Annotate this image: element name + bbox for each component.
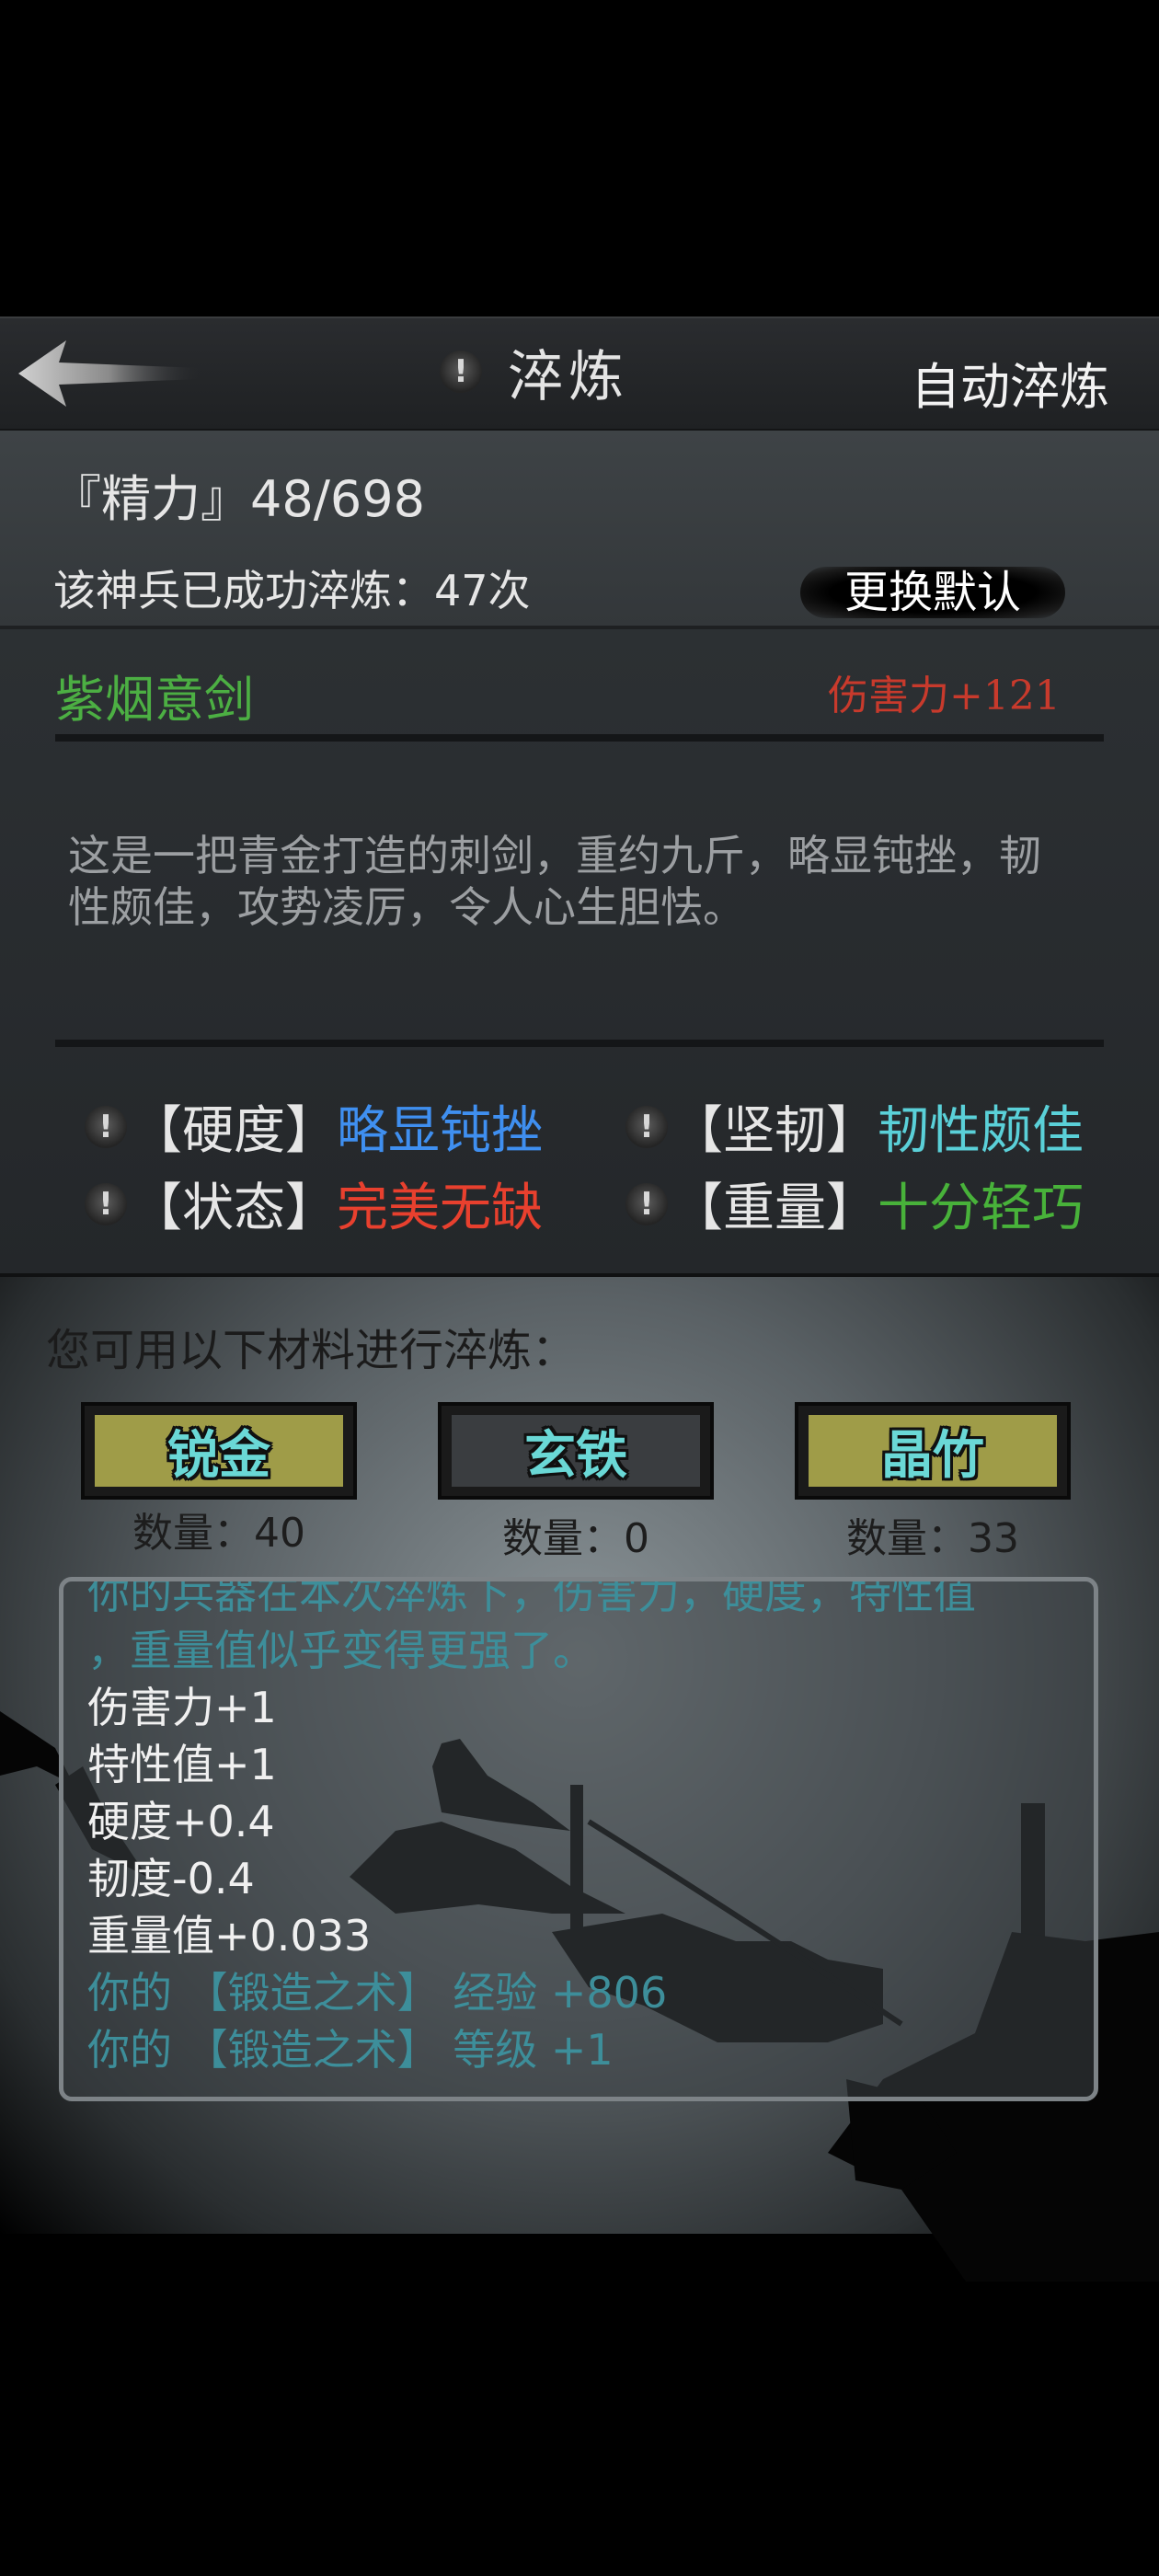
info-icon[interactable]: ! <box>85 1182 127 1225</box>
material-button-jingzhu[interactable]: 晶竹 <box>795 1402 1071 1500</box>
top-bar: ! 淬炼 自动淬炼 <box>0 316 1159 432</box>
material-prompt: 您可用以下材料进行淬炼： <box>46 1325 577 1376</box>
divider <box>55 1040 1104 1047</box>
material-name: 玄铁 <box>524 1425 627 1486</box>
material-button-ruijin[interactable]: 锐金 <box>81 1402 357 1500</box>
auto-refine-button[interactable]: 自动淬炼 <box>911 346 1109 419</box>
log-line: ，重量值似乎变得更强了。 <box>87 1626 595 1675</box>
material-quantity: 数量：33 <box>846 1515 1019 1562</box>
attr-value: 十分轻巧 <box>878 1179 1084 1238</box>
page-title: 淬炼 <box>508 344 629 409</box>
material-quantity: 数量：0 <box>502 1515 649 1562</box>
weapon-panel: 紫烟意剑 伤害力+121 这是一把青金打造的刺剑，重约九斤，略显钝挫，韧性颇佳，… <box>0 629 1159 1277</box>
material-swatch: 晶竹 <box>809 1415 1057 1487</box>
info-icon[interactable]: ! <box>440 351 482 393</box>
log-line: 你的兵器在本次淬炼下，伤害力，硬度，特性值 <box>87 1577 976 1618</box>
damage-stat: 伤害力+121 <box>828 673 1061 719</box>
change-default-button[interactable]: 更换默认 <box>800 567 1065 618</box>
attr-value: 略显钝挫 <box>337 1101 543 1161</box>
weapon-name: 紫烟意剑 <box>55 671 254 729</box>
weapon-description: 这是一把青金打造的刺剑，重约九斤，略显钝挫，韧性颇佳，攻势凌厉，令人心生胆怯。 <box>68 831 1041 932</box>
divider <box>55 734 1104 742</box>
status-panel: 『精力』48/698 该神兵已成功淬炼：47次 更换默认 <box>0 431 1159 629</box>
attr-weight: ! 【重量】 十分轻巧 <box>625 1167 1084 1241</box>
material-swatch: 锐金 <box>95 1415 343 1487</box>
info-icon[interactable]: ! <box>85 1105 127 1148</box>
attr-value: 韧性颇佳 <box>878 1101 1084 1161</box>
info-icon[interactable]: ! <box>625 1182 668 1225</box>
material-swatch: 玄铁 <box>452 1415 700 1487</box>
attr-key: 【坚韧】 <box>671 1101 878 1161</box>
refine-count-label: 该神兵已成功淬炼：47次 <box>53 566 531 615</box>
attr-key: 【硬度】 <box>131 1101 337 1161</box>
stamina-label: 『精力』48/698 <box>52 470 425 528</box>
log-line: 重量值+0.033 <box>87 1911 372 1961</box>
log-line: 你的 【锻造之术】 等级 +1 <box>87 2025 614 2075</box>
material-name: 晶竹 <box>881 1425 984 1486</box>
log-line: 伤害力+1 <box>87 1683 277 1732</box>
attr-hardness: ! 【硬度】 略显钝挫 <box>85 1089 543 1164</box>
material-item: 玄铁 数量：0 <box>438 1402 714 1564</box>
log-line: 你的 【锻造之术】 经验 +806 <box>87 1968 668 2018</box>
attr-condition: ! 【状态】 完美无缺 <box>85 1167 543 1241</box>
attr-key: 【状态】 <box>131 1179 337 1238</box>
info-icon[interactable]: ! <box>625 1105 668 1148</box>
material-item: 锐金 数量：40 <box>81 1402 357 1558</box>
material-name: 锐金 <box>167 1425 270 1486</box>
material-item: 晶竹 数量：33 <box>795 1402 1071 1564</box>
title-group: ! 淬炼 <box>440 335 629 409</box>
log-line: 硬度+0.4 <box>87 1797 275 1846</box>
log-line: 韧度-0.4 <box>87 1854 255 1903</box>
attr-key: 【重量】 <box>671 1179 878 1238</box>
attr-value: 完美无缺 <box>337 1179 543 1238</box>
log-lines: 你的兵器在本次淬炼下，伤害力，硬度，特性值 ，重量值似乎变得更强了。 伤害力+1… <box>87 1577 1081 2078</box>
material-quantity: 数量：40 <box>132 1510 305 1557</box>
attr-toughness: ! 【坚韧】 韧性颇佳 <box>625 1089 1084 1164</box>
back-arrow-icon[interactable] <box>17 337 201 410</box>
refine-log[interactable]: 你的兵器在本次淬炼下，伤害力，硬度，特性值 ，重量值似乎变得更强了。 伤害力+1… <box>59 1577 1098 2101</box>
material-button-xuantie[interactable]: 玄铁 <box>438 1402 714 1500</box>
log-line: 特性值+1 <box>87 1740 277 1789</box>
